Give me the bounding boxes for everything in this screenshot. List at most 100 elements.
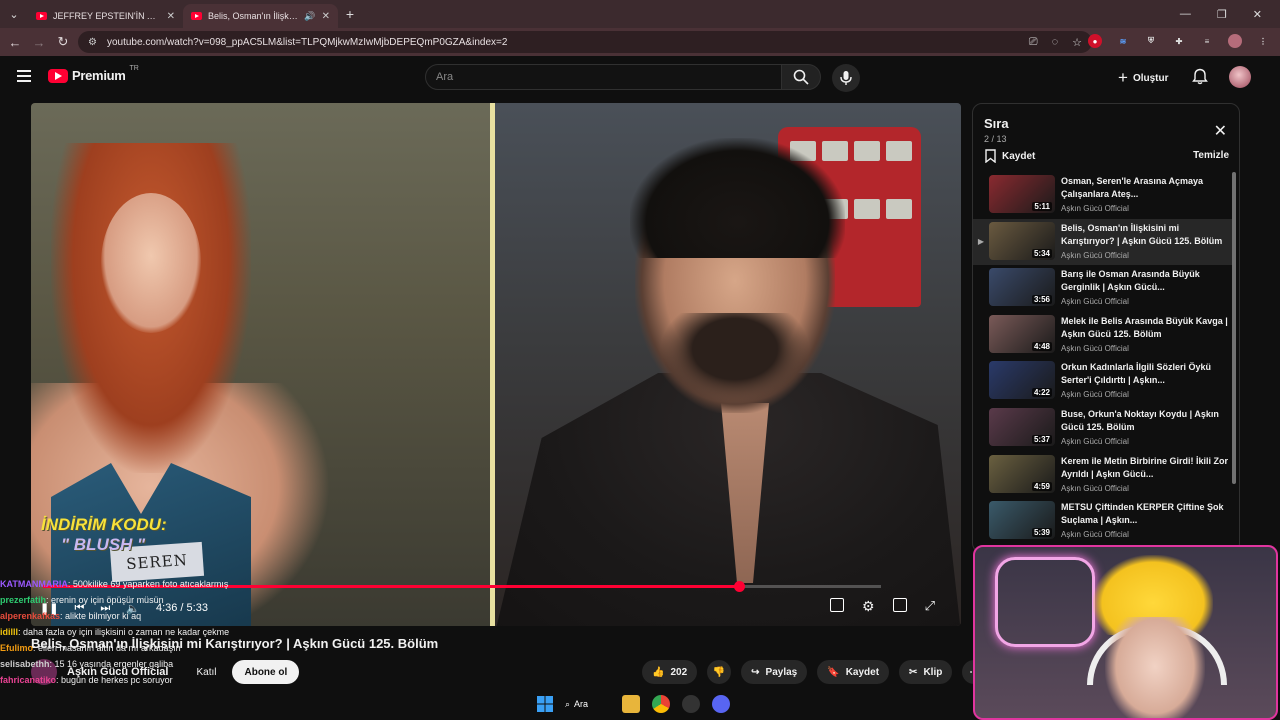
address-bar[interactable]: ⚙ youtube.com/watch?v=098_ppAC5LM&list=T… xyxy=(78,31,1092,53)
queue-item[interactable]: 4:22 Orkun Kadınlarla İlgili Sözleri Öykü… xyxy=(973,358,1235,405)
chat-username[interactable]: selisabethh xyxy=(0,659,50,669)
chat-username[interactable]: KATMANMARIA xyxy=(0,579,68,589)
queue-video-title[interactable]: Barış ile Osman Arasında Büyük Gerginlik… xyxy=(1061,268,1229,294)
chat-username[interactable]: prezerfatih xyxy=(0,595,46,605)
notifications-button[interactable] xyxy=(1192,68,1208,90)
queue-item[interactable]: 4:48 Melek ile Belis Arasında Büyük Kavga… xyxy=(973,312,1235,359)
queue-item-text: Orkun Kadınlarla İlgili Sözleri Öykü Ser… xyxy=(1061,361,1229,399)
tab-close-icon[interactable]: ✕ xyxy=(167,11,175,22)
menu-hamburger-icon[interactable] xyxy=(17,70,31,82)
queue-item[interactable]: 5:39 METSU Çiftinden KERPER Çiftine Şok S… xyxy=(973,498,1235,545)
queue-thumbnail[interactable]: 4:59 xyxy=(989,454,1055,493)
chrome-icon[interactable] xyxy=(652,695,671,713)
queue-video-title[interactable]: Belis, Osman'ın İlişkisini mi Karıştırıy… xyxy=(1061,222,1229,248)
voice-search-button[interactable] xyxy=(832,64,860,92)
queue-video-title[interactable]: Buse, Orkun'a Noktayı Koydu | Aşkın Gücü… xyxy=(1061,408,1229,434)
account-avatar[interactable] xyxy=(1229,66,1251,88)
tab-close-icon[interactable]: ✕ xyxy=(322,11,330,22)
media-controls-icon[interactable]: ≡ xyxy=(1200,34,1214,48)
queue-thumbnail[interactable]: 3:56 xyxy=(989,268,1055,307)
profile-avatar-icon[interactable] xyxy=(1228,34,1242,48)
queue-thumbnail[interactable]: 5:11 xyxy=(989,175,1055,213)
queue-thumbnail[interactable]: 5:37 xyxy=(989,407,1055,446)
chat-message: KATMANMARIA: 500kilike 69 yaparken foto … xyxy=(0,576,230,592)
browser-tab[interactable]: JEFFREY EPSTEIN'İN ADASINA ✕ xyxy=(28,4,183,28)
minimize-icon[interactable]: — xyxy=(1180,8,1191,21)
save-button[interactable]: 🔖 Kaydet xyxy=(817,660,890,684)
clip-button[interactable]: ✂ Klip xyxy=(899,660,953,684)
queue-channel-name: Aşkın Gücü Official xyxy=(1061,204,1129,213)
taskbar-search[interactable]: ⌕ Ara xyxy=(565,699,588,710)
eye-off-icon[interactable]: ◌ xyxy=(1052,36,1059,49)
streamer-face xyxy=(1105,617,1205,718)
share-button[interactable]: ↪ Paylaş xyxy=(741,660,808,684)
chat-username[interactable]: Efulimo xyxy=(0,643,33,653)
extension-shield-icon[interactable]: ⛨ xyxy=(1144,34,1158,48)
url-text[interactable]: youtube.com/watch?v=098_ppAC5LM&list=TLP… xyxy=(107,37,507,48)
search-input[interactable]: Ara xyxy=(425,64,782,90)
back-icon[interactable]: ← xyxy=(3,35,27,50)
close-queue-icon[interactable]: ✕ xyxy=(1214,121,1227,141)
queue-thumbnail[interactable]: 4:22 xyxy=(989,361,1055,400)
video-player[interactable]: SEREN İNDİRİM KODU: " BLUSH " xyxy=(31,103,961,626)
tab-search-chevron-icon[interactable]: ⌄ xyxy=(0,0,28,28)
queue-video-title[interactable]: Osman, Seren'le Arasına Açmaya Çalışanla… xyxy=(1061,175,1229,201)
queue-item[interactable]: 3:56 Barış ile Osman Arasında Büyük Gergi… xyxy=(973,265,1235,312)
tab-title: Belis, Osman'ın İlişkisini mi xyxy=(208,11,298,21)
new-tab-button[interactable]: + xyxy=(338,6,362,22)
browser-menu-icon[interactable]: ⋮ xyxy=(1256,34,1270,48)
theater-mode-icon[interactable] xyxy=(892,598,907,612)
playlist-queue-panel: Sıra 2 / 13 ✕ Kaydet Temizle 5:11 Osman, … xyxy=(972,103,1240,553)
youtube-favicon-icon xyxy=(191,12,202,20)
queue-save-button[interactable]: Kaydet xyxy=(985,149,1035,163)
settings-gear-icon[interactable]: ⚙ xyxy=(862,598,875,615)
close-window-icon[interactable]: ✕ xyxy=(1253,8,1262,21)
queue-title: Sıra xyxy=(984,116,1009,131)
progress-scrubber[interactable] xyxy=(733,581,745,592)
subscribe-button[interactable]: Abone ol xyxy=(232,660,300,684)
chat-username[interactable]: idilll xyxy=(0,627,18,637)
reload-icon[interactable]: ↻ xyxy=(51,34,75,50)
search-button[interactable] xyxy=(781,64,821,90)
extension-wave-icon[interactable]: ≋ xyxy=(1116,34,1130,48)
like-button[interactable]: 👍 202 xyxy=(642,660,698,684)
video-frame-right xyxy=(495,103,961,626)
chat-username[interactable]: alperenkafkas xyxy=(0,611,60,621)
chat-username[interactable]: fahricanatiko xyxy=(0,675,56,685)
queue-item[interactable]: ▶ 5:34 Belis, Osman'ın İlişkisini mi Karış… xyxy=(973,218,1235,266)
queue-video-title[interactable]: Melek ile Belis Arasında Büyük Kavga | A… xyxy=(1061,315,1229,341)
queue-clear-button[interactable]: Temizle xyxy=(1193,150,1229,161)
extensions-area: ● ≋ ⛨ ✚ ≡ ⋮ xyxy=(1088,34,1270,48)
browser-tab-active[interactable]: Belis, Osman'ın İlişkisini mi 🔊 ✕ xyxy=(183,4,338,28)
queue-item[interactable]: 5:37 Buse, Orkun'a Noktayı Koydu | Aşkın … xyxy=(973,405,1235,452)
discord-icon[interactable] xyxy=(712,695,731,713)
create-button[interactable]: + Oluştur xyxy=(1118,68,1169,88)
chat-message: idilll: daha fazla oy için ilişkisini o … xyxy=(0,624,230,640)
restore-icon[interactable]: ❐ xyxy=(1217,8,1227,21)
fullscreen-icon[interactable]: ⤢ xyxy=(925,598,935,615)
dislike-button[interactable]: 👎 xyxy=(707,660,732,684)
forward-icon[interactable]: → xyxy=(27,35,51,50)
extensions-puzzle-icon[interactable]: ✚ xyxy=(1172,34,1186,48)
windows-start-icon[interactable] xyxy=(537,696,553,712)
file-explorer-icon[interactable] xyxy=(622,695,641,713)
queue-thumbnail[interactable]: 5:39 xyxy=(989,501,1055,540)
bookmark-star-icon[interactable]: ☆ xyxy=(1072,36,1082,49)
queue-video-title[interactable]: Orkun Kadınlarla İlgili Sözleri Öykü Ser… xyxy=(1061,361,1229,387)
queue-item[interactable]: 4:59 Kerem ile Metin Birbirine Girdi! İki… xyxy=(973,452,1235,499)
extension-red-icon[interactable]: ● xyxy=(1088,34,1102,48)
queue-thumbnail[interactable]: 5:34 xyxy=(989,221,1055,260)
queue-item[interactable]: 5:11 Osman, Seren'le Arasına Açmaya Çalış… xyxy=(973,172,1235,219)
chat-text: : 15 16 yaşında ergenler galiba xyxy=(49,659,174,669)
tab-audio-icon[interactable]: 🔊 xyxy=(304,11,315,22)
cast-icon[interactable]: ⎚ xyxy=(1029,36,1038,49)
youtube-premium-logo[interactable]: Premium TR xyxy=(48,65,139,83)
subtitles-icon[interactable] xyxy=(830,598,844,612)
app-icon[interactable] xyxy=(682,695,701,713)
queue-video-title[interactable]: Kerem ile Metin Birbirine Girdi! İkili Z… xyxy=(1061,455,1229,481)
site-info-icon[interactable]: ⚙ xyxy=(88,37,97,48)
queue-scrollbar[interactable] xyxy=(1232,172,1236,484)
queue-video-title[interactable]: METSU Çiftinden KERPER Çiftine Şok Suçla… xyxy=(1061,501,1229,527)
queue-thumbnail[interactable]: 4:48 xyxy=(989,314,1055,353)
chat-message: Efulimo: elleri masanın altın da mı arka… xyxy=(0,640,230,656)
